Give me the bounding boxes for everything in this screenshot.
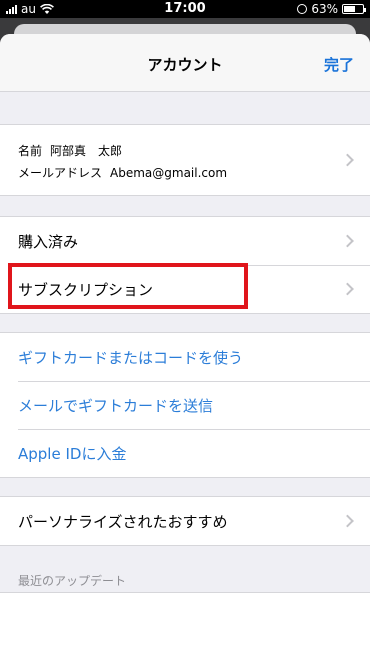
recent-updates-list — [0, 592, 370, 653]
personalized-recommendations-row[interactable]: パーソナライズされたおすすめ — [0, 497, 370, 545]
email-label: メールアドレス — [18, 166, 103, 180]
recommendations-label: パーソナライズされたおすすめ — [18, 512, 228, 531]
status-bar: au 17:00 63% — [0, 0, 370, 18]
name-label: 名前 — [18, 144, 43, 158]
battery-percent: 63% — [311, 2, 338, 16]
chevron-right-icon — [341, 153, 354, 167]
battery-fill — [344, 6, 355, 12]
profile-row[interactable]: 名前 阿部真 太郎 メールアドレス Abema@gmail.com — [0, 125, 370, 195]
done-button[interactable]: 完了 — [324, 54, 354, 75]
email-value: Abema@gmail.com — [110, 166, 228, 180]
purchased-label: 購入済み — [18, 232, 79, 251]
battery-icon — [342, 4, 366, 14]
chevron-right-icon — [341, 234, 354, 248]
recommendations-group: パーソナライズされたおすすめ — [0, 496, 370, 546]
purchased-row[interactable]: 購入済み — [0, 217, 370, 265]
send-gift-card-link[interactable]: メールでギフトカードを送信 — [0, 381, 370, 429]
name-value: 阿部真 太郎 — [50, 144, 123, 158]
recent-updates-header: 最近のアップデート — [18, 574, 127, 588]
add-funds-link[interactable]: Apple IDに入金 — [0, 429, 370, 477]
profile-group: 名前 阿部真 太郎 メールアドレス Abema@gmail.com — [0, 124, 370, 196]
gift-group: ギフトカードまたはコードを使う メールでギフトカードを送信 Apple IDに入… — [0, 332, 370, 478]
rotation-lock-icon — [297, 4, 308, 14]
navigation-bar: アカウント 完了 — [0, 34, 370, 92]
account-sheet: アカウント 完了 名前 阿部真 太郎 メールアドレス Abema@gmail.com… — [0, 34, 370, 653]
chevron-right-icon — [341, 282, 354, 296]
page-title: アカウント — [147, 56, 223, 74]
subscriptions-highlight-box — [8, 263, 248, 309]
chevron-right-icon — [341, 514, 354, 528]
email-line: メールアドレス Abema@gmail.com — [18, 164, 227, 181]
redeem-gift-card-link[interactable]: ギフトカードまたはコードを使う — [0, 333, 370, 381]
name-line: 名前 阿部真 太郎 — [18, 142, 122, 159]
status-right: 63% — [297, 2, 366, 16]
